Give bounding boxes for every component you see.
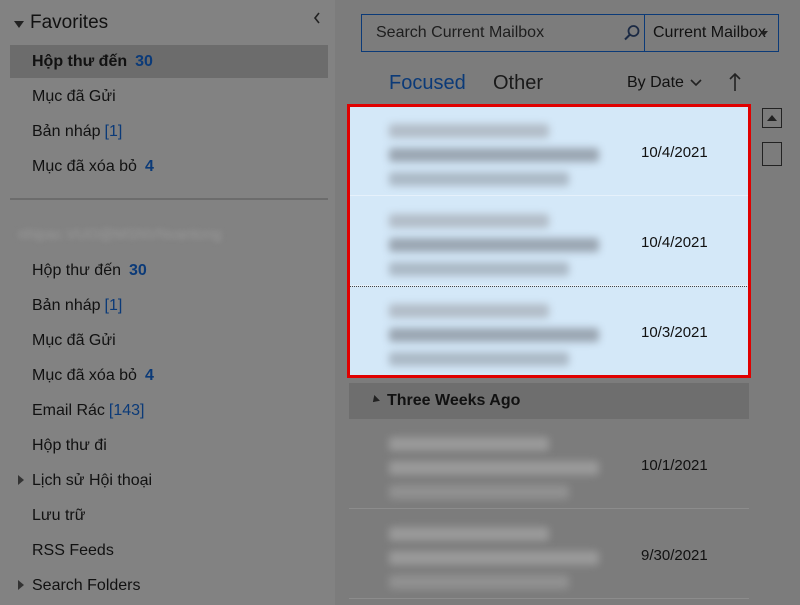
folder-item-junk[interactable]: Email Rác [143] <box>10 394 328 427</box>
arrow-up-icon <box>767 115 777 121</box>
redacted-subject <box>389 238 599 252</box>
unread-count: 4 <box>144 157 154 175</box>
redacted-preview <box>389 172 569 186</box>
unread-count: 4 <box>144 366 154 384</box>
folder-item-sent[interactable]: Mục đã Gửi <box>10 324 328 357</box>
scroll-up-button[interactable] <box>762 108 782 128</box>
folder-label: Mục đã xóa bỏ <box>32 366 137 384</box>
redacted-sender <box>389 437 549 451</box>
account-name[interactable]: nhipac.VUO@MSNVNvantong <box>18 226 318 248</box>
folder-label: Hộp thư đến <box>32 52 128 70</box>
junk-count: [143] <box>108 401 145 419</box>
search-scope-label: Current Mailbox <box>653 24 766 41</box>
mail-date: 10/3/2021 <box>641 324 708 341</box>
search-icon <box>623 25 639 41</box>
folder-item-search-folders[interactable]: Search Folders <box>10 569 328 602</box>
folder-pane: Favorites Hộp thư đến 30 Mục đã Gửi Bản … <box>0 0 335 605</box>
folder-item-archive[interactable]: Lưu trữ <box>10 499 328 532</box>
expand-triangle-icon[interactable] <box>18 580 24 590</box>
folder-label: Mục đã Gửi <box>32 87 116 105</box>
collapse-triangle-icon <box>370 395 380 405</box>
fav-item-sent[interactable]: Mục đã Gửi <box>10 80 328 113</box>
folder-item-outbox[interactable]: Hộp thư đi <box>10 429 328 462</box>
folder-label: Mục đã Gửi <box>32 331 116 349</box>
redacted-preview <box>389 352 569 366</box>
folder-item-deleted[interactable]: Mục đã xóa bỏ 4 <box>10 359 328 392</box>
pane-divider <box>10 198 328 200</box>
search-input[interactable] <box>362 15 619 51</box>
draft-count: [1] <box>104 122 123 140</box>
mail-date: 9/30/2021 <box>641 547 708 564</box>
folder-label: Lịch sử Hội thoại <box>32 471 153 489</box>
redacted-preview <box>389 485 569 499</box>
scrollbar-thumb[interactable] <box>762 142 782 166</box>
mail-date: 10/4/2021 <box>641 234 708 251</box>
folder-label: Bản nháp <box>32 296 101 314</box>
group-header[interactable]: Three Weeks Ago <box>349 383 749 419</box>
redacted-preview <box>389 262 569 276</box>
redacted-subject <box>389 328 599 342</box>
folder-label: Bản nháp <box>32 122 101 140</box>
mail-item[interactable]: 10/3/2021 <box>349 286 749 376</box>
unread-count: 30 <box>129 261 147 279</box>
collapse-triangle-icon <box>14 20 24 28</box>
redacted-sender <box>389 304 549 318</box>
mail-date: 10/1/2021 <box>641 457 708 474</box>
redacted-sender <box>389 527 549 541</box>
folder-label: Mục đã xóa bỏ <box>32 157 137 175</box>
folder-item-rss-feeds[interactable]: RSS Feeds <box>10 534 328 567</box>
group-header-label: Three Weeks Ago <box>387 392 521 409</box>
redacted-sender <box>389 214 549 228</box>
folder-label: Hộp thư đến <box>32 261 121 279</box>
mail-list-pane: Current Mailbox Focused Other By Date 10… <box>335 0 800 605</box>
favorites-header[interactable]: Favorites <box>14 8 108 38</box>
mail-item[interactable]: 10/4/2021 <box>349 106 749 196</box>
folder-item-inbox[interactable]: Hộp thư đến 30 <box>10 254 328 287</box>
redacted-preview <box>389 575 569 589</box>
mail-item[interactable]: 9/30/2021 <box>349 509 749 599</box>
mail-item[interactable]: 10/1/2021 <box>349 419 749 509</box>
fav-item-deleted[interactable]: Mục đã xóa bỏ 4 <box>10 150 328 183</box>
redacted-subject <box>389 461 599 475</box>
folder-label: RSS Feeds <box>32 541 114 559</box>
redacted-sender <box>389 124 549 138</box>
search-scope-dropdown[interactable]: Current Mailbox <box>644 15 778 51</box>
search-bar: Current Mailbox <box>361 14 779 52</box>
search-button[interactable] <box>619 15 644 51</box>
collapse-pane-button[interactable] <box>309 8 325 28</box>
folder-label: Lưu trữ <box>32 506 86 524</box>
folder-label: Search Folders <box>32 576 141 594</box>
sort-by-label: By Date <box>627 74 684 91</box>
draft-count: [1] <box>104 296 123 314</box>
tab-focused[interactable]: Focused <box>389 70 466 96</box>
chevron-down-icon <box>760 31 768 36</box>
folder-label: Hộp thư đi <box>32 436 107 454</box>
chevron-left-icon <box>313 12 320 24</box>
redacted-subject <box>389 148 599 162</box>
folder-label: Email Rác <box>32 401 105 419</box>
mail-date: 10/4/2021 <box>641 144 708 161</box>
fav-item-drafts[interactable]: Bản nháp [1] <box>10 115 328 148</box>
expand-triangle-icon[interactable] <box>18 475 24 485</box>
chevron-down-icon <box>690 79 702 87</box>
unread-count: 30 <box>135 52 153 70</box>
redacted-subject <box>389 551 599 565</box>
sort-by-dropdown[interactable]: By Date <box>627 72 702 94</box>
fav-item-inbox[interactable]: Hộp thư đến 30 <box>10 45 328 78</box>
sort-direction-arrow-icon[interactable] <box>727 70 743 94</box>
mail-list: 10/4/2021 10/4/2021 10/3/2021 Three Week… <box>349 106 749 599</box>
folder-item-drafts[interactable]: Bản nháp [1] <box>10 289 328 322</box>
folder-item-conversation-history[interactable]: Lịch sử Hội thoại <box>10 464 328 497</box>
mail-item[interactable]: 10/4/2021 <box>349 196 749 286</box>
tab-other[interactable]: Other <box>493 70 543 96</box>
favorites-label: Favorites <box>30 12 109 33</box>
